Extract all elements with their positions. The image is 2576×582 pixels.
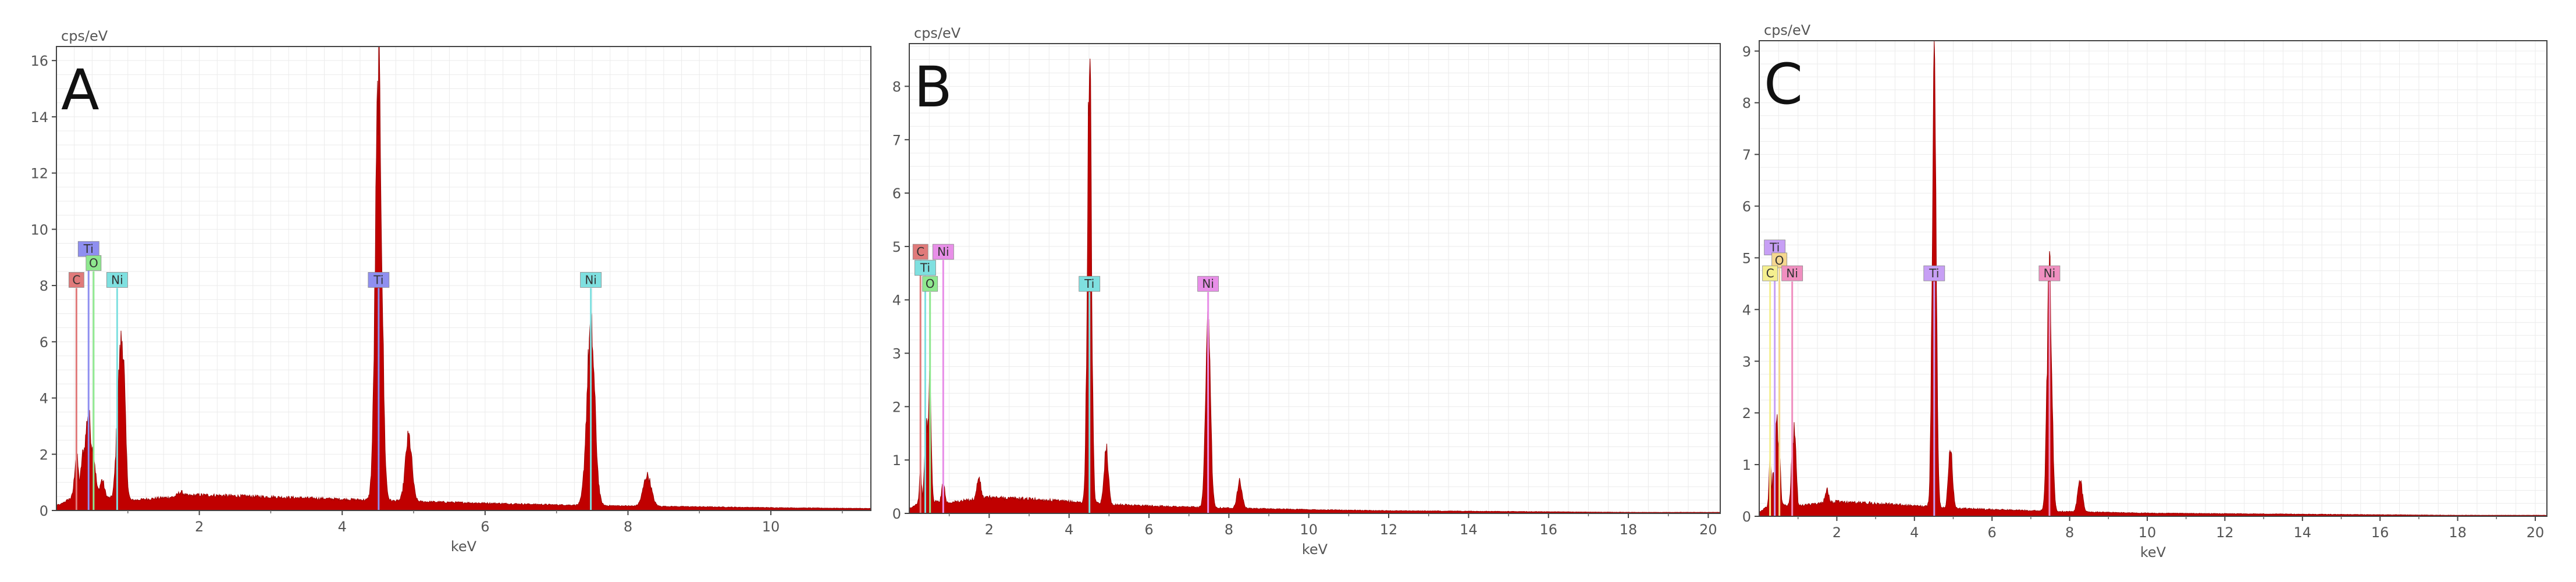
panel-C-y-tick-label: 1	[1742, 457, 1751, 473]
panel-B-marker-label: Ti	[920, 261, 930, 275]
panel-B-label: B	[914, 55, 952, 120]
panel-B-y-tick-label: 1	[892, 452, 901, 469]
panel-C-x-tick-label: 12	[2216, 524, 2234, 541]
panel-B-x-tick-label: 20	[1699, 522, 1717, 538]
panel-A-y-axis-title: cps/eV	[61, 28, 108, 44]
panel-C-x-tick-label: 14	[2294, 524, 2312, 541]
panel-A-y-tick-label: 16	[30, 53, 48, 69]
panel-A-marker-label: Ni	[585, 273, 597, 287]
panel-C-y-tick-label: 0	[1742, 509, 1751, 525]
panel-B-marker-label: O	[926, 277, 935, 291]
panel-A-x-tick-label: 2	[195, 519, 204, 535]
panel-A-y-tick-label: 10	[30, 222, 48, 238]
panel-A-marker-label: Ni	[111, 273, 123, 287]
panel-A-y-tick-label: 4	[40, 391, 48, 407]
panel-B-y-tick-label: 8	[892, 78, 901, 95]
panel-A-label: A	[61, 58, 99, 123]
panel-B-marker-label: Ni	[937, 245, 949, 259]
panel-C-label: C	[1764, 52, 1803, 117]
panel-A-marker-label: O	[89, 256, 98, 270]
panel-A-y-tick-label: 12	[30, 166, 48, 182]
panel-B-marker-label: Ti	[1084, 277, 1094, 291]
panel-B-marker-label: Ni	[1202, 277, 1214, 291]
panel-B-x-tick-label: 2	[985, 522, 994, 538]
panel-C-x-tick-label: 18	[2449, 524, 2467, 541]
panel-C-y-tick-label: 4	[1742, 302, 1751, 318]
panel-B-x-tick-label: 18	[1620, 522, 1638, 538]
panel-C-x-axis-title: keV	[2140, 544, 2166, 560]
panel-C-y-tick-label: 5	[1742, 250, 1751, 266]
panel-C-y-tick-label: 9	[1742, 44, 1751, 60]
panel-B-x-axis-title: keV	[1302, 541, 1328, 558]
panel-A-x-axis-title: keV	[451, 538, 477, 555]
panel-C-y-axis-title: cps/eV	[1764, 22, 1811, 38]
panel-A-x-tick-label: 4	[338, 519, 347, 535]
panel-A-x-tick-label: 6	[481, 519, 489, 535]
panel-C-y-tick-label: 8	[1742, 95, 1751, 112]
panel-B-marker-label: C	[916, 245, 924, 259]
panel-A-y-tick-label: 6	[40, 334, 48, 351]
panel-A-y-tick-label: 0	[40, 503, 48, 519]
panel-B-y-tick-label: 0	[892, 506, 901, 522]
panel-C-marker-label: Ni	[1786, 266, 1798, 280]
eds-spectra-figure: CTiONi Ti Ni02468101214162 4 6 8 10cps/eVkeVAC…	[30, 22, 2547, 560]
panel-B-y-tick-label: 6	[892, 185, 901, 202]
panel-A-y-tick-label: 2	[40, 447, 48, 463]
panel-B-y-tick-label: 5	[892, 239, 901, 255]
panel-C-marker-label: Ti	[1769, 241, 1780, 255]
panel-A-marker-label: Ti	[83, 242, 94, 256]
panel-A-marker-label: C	[72, 273, 80, 287]
panel-B-x-tick-label: 6	[1144, 522, 1153, 538]
panel-B-y-axis-title: cps/eV	[914, 25, 961, 41]
panel-C-marker-label: O	[1775, 253, 1784, 267]
panel-C-y-tick-label: 6	[1742, 199, 1751, 215]
panel-B-x-tick-label: 4	[1065, 522, 1073, 538]
panel-C-marker-label: C	[1766, 266, 1774, 280]
panel-B-plot-area	[909, 44, 1720, 513]
panel-A-x-tick-label: 8	[624, 519, 632, 535]
panel-B-y-tick-label: 3	[892, 346, 901, 362]
panel-C-marker-label: Ni	[2044, 266, 2056, 280]
panel-C-x-tick-label: 6	[1988, 524, 1997, 541]
panel-C-y-tick-label: 7	[1742, 147, 1751, 163]
panel-C-x-tick-label: 10	[2139, 524, 2157, 541]
panel-B-y-tick-label: 2	[892, 399, 901, 415]
panel-C-y-tick-label: 2	[1742, 405, 1751, 422]
panel-B-x-tick-label: 12	[1380, 522, 1398, 538]
panel-B-y-tick-label: 4	[892, 292, 901, 309]
panel-B-x-tick-label: 16	[1539, 522, 1557, 538]
panel-B-x-tick-label: 14	[1460, 522, 1478, 538]
panel-C-chart: TiOC Ni Ti Ni01234567892 4 6 8 10 12 14 16 18 20cps/…	[1742, 22, 2547, 560]
panel-B-y-tick-label: 7	[892, 132, 901, 148]
panel-C-x-tick-label: 20	[2527, 524, 2545, 541]
panel-C-x-tick-label: 2	[1833, 524, 1841, 541]
panel-A-y-tick-label: 8	[40, 278, 48, 294]
panel-B-x-tick-label: 8	[1225, 522, 1233, 538]
panel-C-x-tick-label: 16	[2371, 524, 2389, 541]
panel-C-x-tick-label: 4	[1910, 524, 1919, 541]
panel-A-marker-label: Ti	[373, 273, 383, 287]
panel-C-y-tick-label: 3	[1742, 354, 1751, 370]
panel-A-y-tick-label: 14	[30, 109, 48, 126]
panel-A-plot-area	[56, 47, 871, 510]
panel-C-plot-area	[1759, 41, 2547, 516]
panel-C-marker-label: Ti	[1929, 266, 1939, 280]
panel-B-chart: CTiONiTi Ni0123456782 4 6 8 10 12 14 16 18 20cps/e…	[892, 25, 1721, 558]
panel-B-x-tick-label: 10	[1300, 522, 1318, 538]
panel-A-x-tick-label: 10	[762, 519, 780, 535]
panel-A-chart: CTiONi Ti Ni02468101214162 4 6 8 10cps/eVkeVA	[30, 28, 871, 555]
panel-C-x-tick-label: 8	[2065, 524, 2074, 541]
